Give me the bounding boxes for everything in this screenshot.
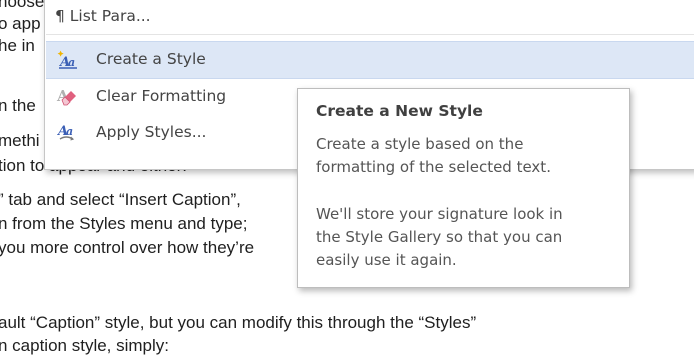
doc-line: ault “Caption” style, but you can modify… [0,313,477,332]
tooltip-text: the Style Gallery so that you can [316,228,563,246]
menu-item-label: Create a Style [96,50,206,68]
create-style-icon: A a [56,49,78,70]
tooltip-text: We'll store your signature look in [316,205,563,223]
tooltip-text: formatting of the selected text. [316,158,551,176]
menu-item-create-style[interactable]: A a Create a Style [46,41,694,79]
svg-text:a: a [68,56,75,69]
menu-separator [46,34,694,35]
tooltip-text: Create a style based on the [316,135,524,153]
doc-line: you more control over how they’re [0,238,255,257]
doc-line: hoose [0,0,45,11]
tooltip-text: easily use it again. [316,251,457,269]
doc-line: methi [0,131,40,150]
menu-item-list-paragraph[interactable]: ¶ List Para... [46,1,694,33]
doc-line: n the [0,96,36,115]
create-style-tooltip: Create a New Style Create a style based … [297,88,630,288]
menu-item-label: ¶ List Para... [55,7,151,25]
tooltip-title: Create a New Style [316,102,483,120]
apply-styles-icon: A a [56,122,78,142]
doc-line: ” tab and select “Insert Caption”, [0,190,241,209]
menu-item-label: Clear Formatting [96,87,227,105]
svg-text:a: a [66,125,73,138]
doc-line: he in [0,36,35,55]
doc-line: n caption style, simply: [0,336,170,355]
menu-item-label: Apply Styles... [96,123,207,141]
doc-line: o app [0,14,41,33]
eraser-icon: A [56,86,78,106]
doc-line: n from the Styles menu and type; [0,214,248,233]
